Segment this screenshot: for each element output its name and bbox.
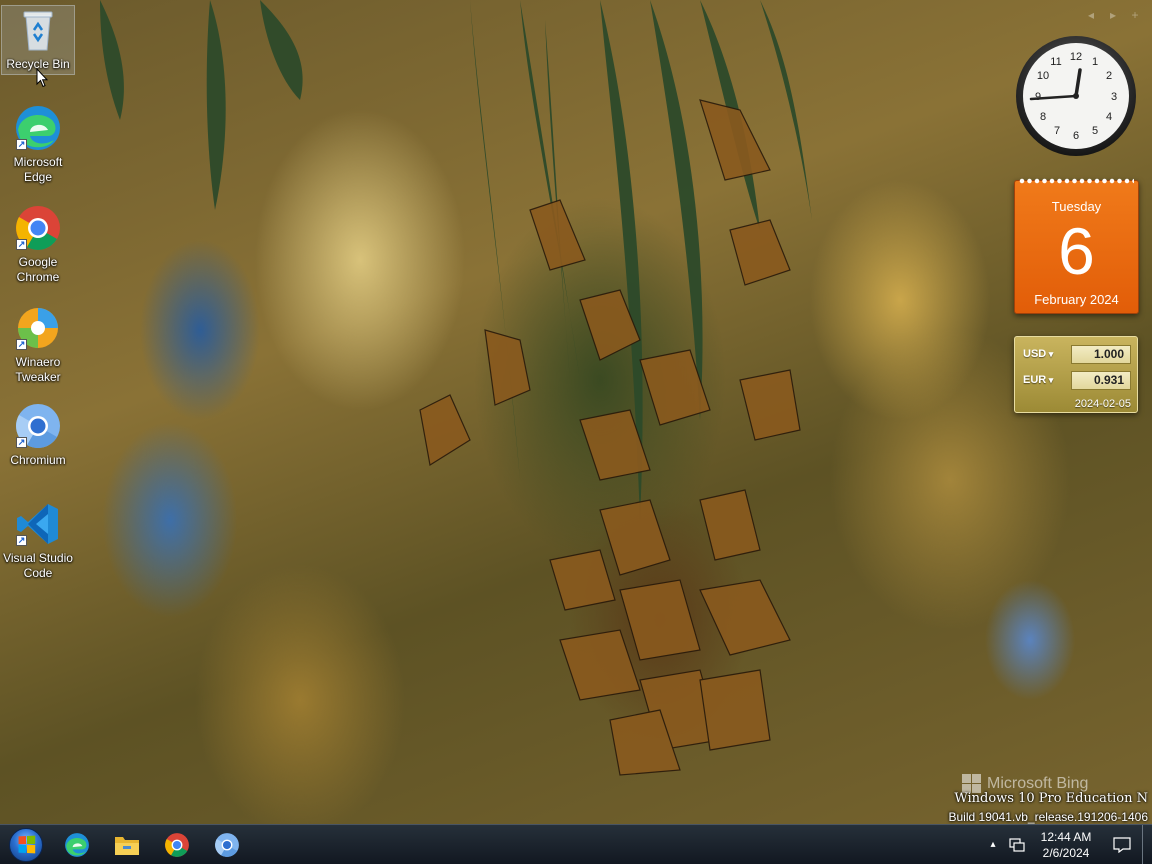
- windows-edition: Windows 10 Pro Education N: [954, 791, 1148, 806]
- gadget-sidebar-controls: ◂ ▸ +: [1082, 8, 1144, 22]
- desktop-icon-visual-studio-code[interactable]: ↗ Visual Studio Code: [2, 500, 74, 581]
- calendar-month-year: February 2024: [1034, 292, 1119, 307]
- chromium-icon: [215, 832, 239, 857]
- taskbar-app-chromium[interactable]: [202, 825, 252, 864]
- clock-face: 12 12 3 45 6 78 9 1011: [1016, 36, 1136, 156]
- desktop-icon-label: Visual Studio Code: [3, 551, 73, 580]
- svg-text:8: 8: [1040, 111, 1046, 123]
- svg-text:1: 1: [1092, 56, 1098, 68]
- taskbar-app-chrome[interactable]: [152, 825, 202, 864]
- currency-date: 2024-02-05: [1074, 398, 1131, 410]
- svg-text:4: 4: [1106, 111, 1112, 123]
- shortcut-arrow-icon: ↗: [16, 239, 27, 250]
- show-hidden-icons-button[interactable]: ▴: [982, 839, 1004, 850]
- desktop-icon-microsoft-edge[interactable]: ↗ Microsoft Edge: [2, 104, 74, 185]
- mouse-cursor-icon: [36, 68, 48, 88]
- taskbar-app-file-explorer[interactable]: [102, 825, 152, 864]
- chrome-icon: ↗: [14, 204, 62, 252]
- calendar-day: 6: [1058, 214, 1095, 288]
- edge-icon: ↗: [14, 104, 62, 152]
- system-tray: ▴ 12:44 AM 2/6/2024: [982, 824, 1152, 864]
- vscode-icon: ↗: [14, 500, 62, 548]
- desktop-icon-label: Chromium: [10, 453, 66, 467]
- network-icon[interactable]: [1004, 837, 1030, 852]
- desktop-icon-google-chrome[interactable]: ↗ Google Chrome: [2, 204, 74, 285]
- svg-text:2: 2: [1106, 70, 1112, 82]
- svg-text:7: 7: [1054, 125, 1060, 137]
- svg-text:3: 3: [1111, 91, 1117, 103]
- tray-date: 2/6/2024: [1042, 845, 1090, 860]
- desktop-icon-winaero-tweaker[interactable]: ↗ Winaero Tweaker: [2, 304, 74, 385]
- gadget-prev-button[interactable]: ◂: [1082, 8, 1100, 22]
- winaero-tweaker-icon: ↗: [14, 304, 62, 352]
- calendar-weekday: Tuesday: [1051, 199, 1102, 214]
- taskbar-app-edge[interactable]: [52, 825, 102, 864]
- action-center-icon[interactable]: [1102, 836, 1142, 853]
- calendar-gadget[interactable]: Tuesday 6 February 2024: [1014, 177, 1139, 314]
- start-orb-icon: [9, 827, 43, 862]
- desktop-icon-label: Microsoft Edge: [13, 155, 63, 184]
- desktop-icon-recycle-bin[interactable]: Recycle Bin: [1, 5, 75, 75]
- currency-gadget: USD 1.000 EUR 0.931 2024-02-05: [1014, 336, 1138, 413]
- currency-code-select[interactable]: USD: [1023, 348, 1063, 360]
- shortcut-arrow-icon: ↗: [16, 535, 27, 546]
- svg-text:5: 5: [1092, 125, 1098, 137]
- shortcut-arrow-icon: ↗: [16, 437, 27, 448]
- svg-text:11: 11: [1050, 56, 1061, 68]
- gadget-next-button[interactable]: ▸: [1104, 8, 1122, 22]
- currency-value-input[interactable]: 1.000: [1071, 344, 1131, 364]
- show-desktop-button[interactable]: [1142, 824, 1152, 864]
- shortcut-arrow-icon: ↗: [16, 139, 27, 150]
- svg-text:10: 10: [1037, 70, 1049, 82]
- recycle-bin-icon: [14, 6, 62, 54]
- chrome-icon: [165, 832, 189, 857]
- svg-text:9: 9: [1035, 91, 1041, 103]
- gadget-add-button[interactable]: +: [1126, 8, 1144, 22]
- taskbar: ▴ 12:44 AM 2/6/2024: [0, 824, 1152, 864]
- desktop-icon-label: Google Chrome: [16, 255, 60, 284]
- chromium-icon: ↗: [14, 402, 62, 450]
- shortcut-arrow-icon: ↗: [16, 339, 27, 350]
- start-button[interactable]: [0, 825, 52, 864]
- currency-value-input[interactable]: 0.931: [1071, 370, 1131, 390]
- currency-row-eur: EUR 0.931: [1023, 370, 1131, 390]
- svg-text:12: 12: [1070, 51, 1082, 63]
- wallpaper-image: [100, 0, 812, 776]
- tray-time: 12:44 AM: [1040, 829, 1092, 844]
- svg-text:6: 6: [1073, 130, 1079, 142]
- edge-icon: [65, 832, 89, 857]
- tray-clock[interactable]: 12:44 AM 2/6/2024: [1030, 829, 1102, 861]
- currency-code-select[interactable]: EUR: [1023, 374, 1063, 386]
- currency-row-usd: USD 1.000: [1023, 344, 1131, 364]
- clock-gadget[interactable]: 12 1 2 3 45 6 78 9 10 11: [1014, 34, 1138, 158]
- desktop-icon-chromium[interactable]: ↗ Chromium: [2, 402, 74, 468]
- windows-version-watermark: Windows 10 Pro Education N Build 19041.v…: [949, 790, 1149, 826]
- desktop-icon-label: Winaero Tweaker: [15, 355, 61, 384]
- file-explorer-icon: [115, 836, 139, 855]
- calendar-rings: [1019, 177, 1134, 185]
